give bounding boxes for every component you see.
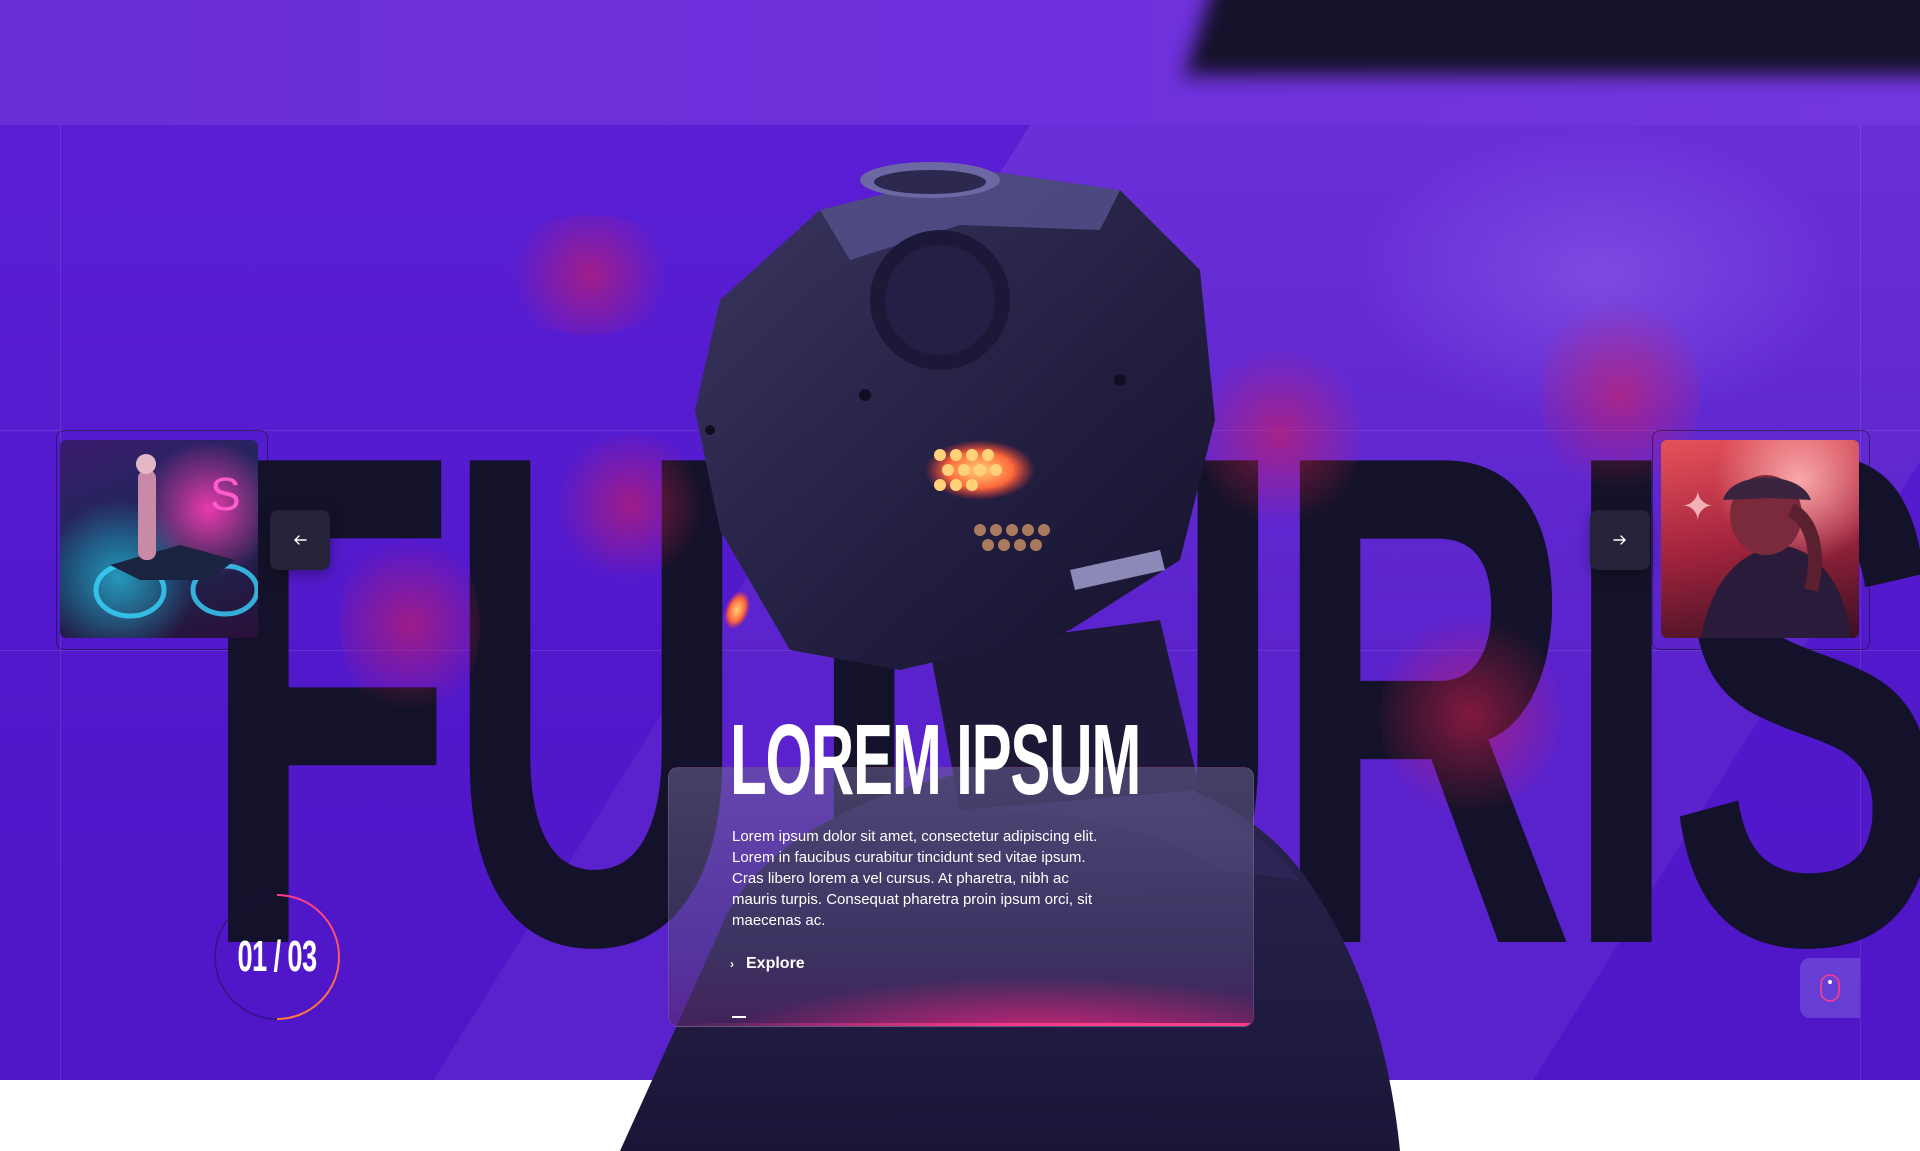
slide-counter: 01 / 03	[213, 893, 341, 1021]
top-dark-slab	[1184, 0, 1920, 75]
counter-text: 01 / 03	[237, 932, 317, 981]
card-glow	[709, 976, 1253, 1026]
card-dash	[732, 1016, 746, 1018]
motorbike-rider-image: S	[93, 454, 258, 619]
svg-text:S: S	[210, 468, 241, 520]
hero-description: Lorem ipsum dolor sit amet, consectetur …	[732, 828, 1098, 929]
arrow-left-icon	[294, 535, 307, 545]
svg-text:✦: ✦	[1681, 485, 1715, 529]
chevron-right-icon: ›	[730, 957, 734, 971]
mouse-icon	[1820, 974, 1840, 1002]
hero-headline: LOREM IPSUM	[730, 704, 1141, 816]
arrow-right-icon	[1613, 535, 1626, 545]
explore-link[interactable]: › Explore	[730, 955, 805, 973]
scroll-hint[interactable]	[1800, 958, 1860, 1018]
page: FUTURISTIC	[0, 0, 1920, 1151]
next-slide-button[interactable]	[1590, 510, 1650, 570]
card-accent-line	[669, 1023, 1253, 1026]
explore-label: Explore	[746, 955, 805, 972]
previous-slide-button[interactable]	[270, 510, 330, 570]
top-band	[0, 0, 1920, 125]
slide-thumbnail-next[interactable]: ✦	[1661, 440, 1859, 638]
cap-girl-image: ✦	[1681, 475, 1851, 638]
slide-thumbnail-previous[interactable]: S	[60, 440, 258, 638]
